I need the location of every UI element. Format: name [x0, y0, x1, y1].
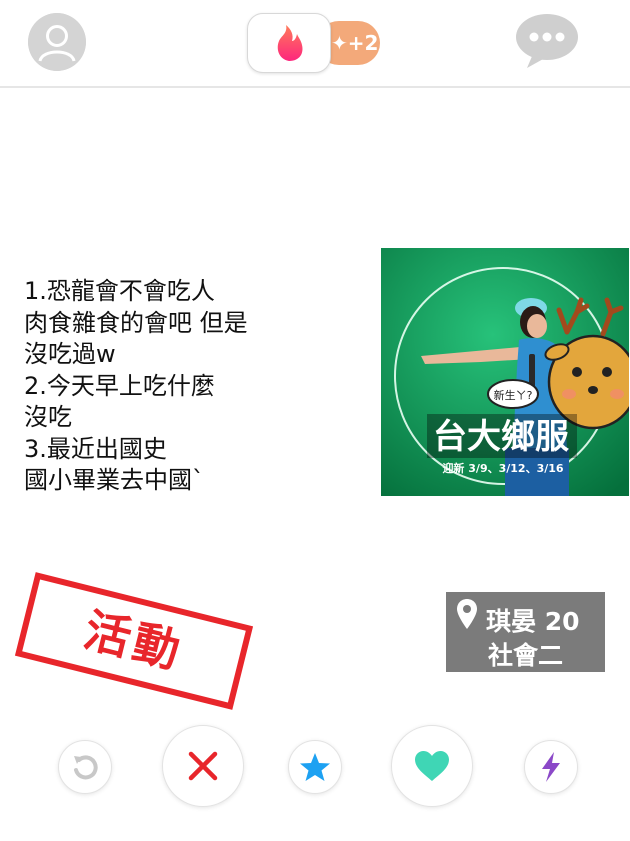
- description-line: 1.恐龍會不會吃人: [24, 277, 215, 305]
- profile-info-box[interactable]: 琪晏 20 社會二: [446, 592, 605, 672]
- rewind-button[interactable]: [58, 740, 112, 794]
- photo-artwork: 新生ㄚ? 台大鄉服 迎新 3/9、3/12、3/16: [381, 248, 629, 496]
- description-line: 3.最近出國史: [24, 434, 167, 463]
- flame-icon: [277, 25, 303, 61]
- like-button[interactable]: [391, 725, 473, 807]
- description-line: 沒吃: [24, 403, 72, 431]
- sparkle-icon: ✦: [331, 31, 348, 55]
- description-line: 沒吃過w: [24, 340, 116, 368]
- nope-button[interactable]: [162, 725, 244, 807]
- location-pin-icon: [457, 599, 477, 629]
- rewind-icon: [74, 755, 98, 780]
- boost-count: +2: [347, 31, 379, 55]
- name-age: 琪晏 20: [486, 607, 580, 636]
- chat-bubble-icon[interactable]: [515, 12, 579, 70]
- stamp-text: 活動: [78, 602, 190, 680]
- department: 社會二: [488, 641, 564, 670]
- boost-count-label: ✦+2: [331, 21, 378, 65]
- x-icon: [188, 751, 218, 781]
- star-icon: [300, 753, 330, 781]
- top-bar: ✦+2: [0, 0, 630, 88]
- description-line: 肉食雜食的會吧 但是: [24, 308, 248, 337]
- profile-button[interactable]: [28, 13, 86, 71]
- lightning-icon: [542, 752, 560, 782]
- photo-subtitle: 迎新 3/9、3/12、3/16: [442, 461, 563, 475]
- discovery-toggle[interactable]: ✦+2: [247, 13, 382, 73]
- profile-icon: [28, 13, 86, 71]
- photo-bubble-text: 新生ㄚ?: [494, 388, 533, 402]
- description-line: 國小畢業去中國`: [24, 466, 204, 494]
- description-line: 2.今天早上吃什麼: [24, 371, 215, 400]
- heart-icon: [415, 751, 449, 781]
- boost-button[interactable]: [524, 740, 578, 794]
- profile-description: 1.恐龍會不會吃人 肉食雜食的會吧 但是 沒吃過w 2.今天早上吃什麼 沒吃 3…: [24, 276, 364, 497]
- photo-title: 台大鄉服: [433, 417, 569, 457]
- activity-stamp: 活動: [14, 572, 254, 710]
- profile-photo[interactable]: 新生ㄚ? 台大鄉服 迎新 3/9、3/12、3/16: [381, 248, 629, 496]
- super-like-button[interactable]: [288, 740, 342, 794]
- flame-tab[interactable]: [247, 13, 331, 73]
